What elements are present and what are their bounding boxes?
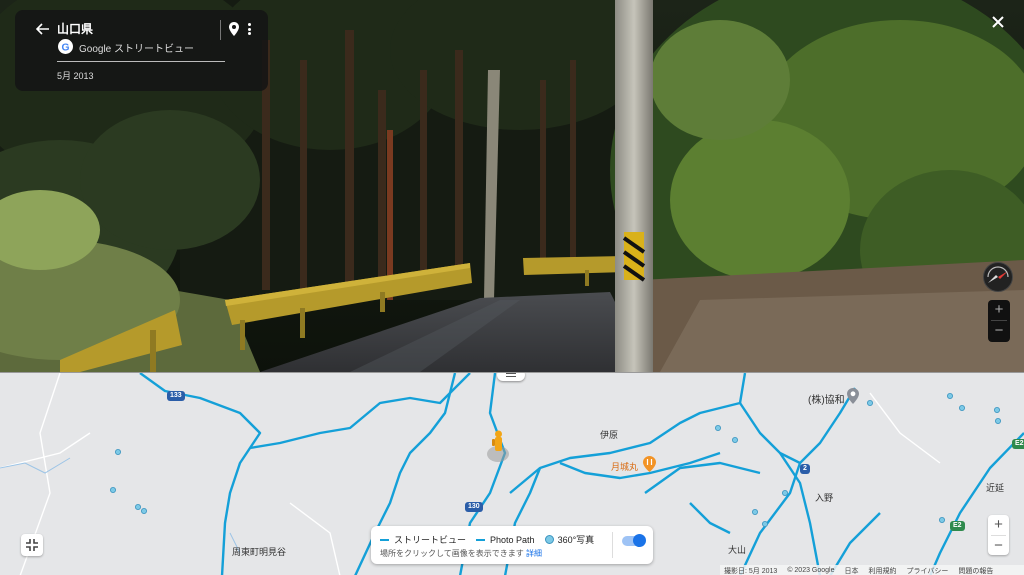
footer-country[interactable]: 日本 [845,566,859,575]
panorama-zoom-out-button[interactable]: − [988,321,1010,341]
location-title: 山口県 [57,22,94,36]
legend-hint-text: 場所をクリックして画像を表示できます [380,549,524,558]
coverage-map[interactable]: (株)協和 伊原 月城丸 入野 近延 大山 周東町明見谷 133 130 2 E… [0,372,1024,575]
legend-photo-path-label: Photo Path [490,534,535,545]
map-label-oyama: 大山 [728,545,747,555]
streetview-line-icon [380,538,389,541]
map-footer: 撮影日: 5月 2013 © 2023 Google 日本 利用規約 プライバシ… [720,565,1024,575]
street-view-panorama[interactable]: 山口県 G Google ストリートビュー 5月 2013 + − [0,0,1024,372]
map-label-chikaen: 近延 [986,483,1005,493]
map-pin-icon[interactable] [227,21,241,37]
map-label-tsukishiromaru: 月城丸 [611,462,639,472]
pegman-icon[interactable] [486,429,510,463]
footer-report-link[interactable]: 問題の報告 [958,566,993,575]
coverage-legend: ストリートビュー Photo Path 360°写真 場所をクリックして画像を表… [371,526,653,564]
photo-path-dash-icon [476,538,486,541]
legend-streetview: ストリートビュー [380,533,466,546]
place-pin-icon[interactable] [846,387,860,405]
legend-detail-link[interactable]: 詳細 [526,549,542,558]
street-view-app: 山口県 G Google ストリートビュー 5月 2013 + − (株)協和 … [0,0,1024,575]
map-zoom-out-button[interactable]: − [988,536,1009,556]
photo360-dot-icon [544,535,554,544]
road-shield-133: 133 [167,391,185,401]
map-label-iriya: 入野 [815,493,834,503]
road-shield-e2-upper: E2 [1012,439,1024,449]
compass-icon[interactable] [983,262,1013,292]
road-shield-130: 130 [465,502,483,512]
footer-terms-link[interactable]: 利用規約 [869,566,897,575]
legend-photo-path: Photo Path [476,535,535,545]
panorama-zoom-in-button[interactable]: + [988,300,1010,320]
coverage-toggle[interactable] [622,534,646,547]
provider-label: Google ストリートビュー [79,44,195,55]
map-zoom-control: + − [988,515,1009,555]
footer-privacy-link[interactable]: プライバシー [907,566,949,575]
map-label-iba: 伊原 [600,430,619,440]
footer-copyright: © 2023 Google [787,567,835,574]
google-logo-icon: G [58,39,73,54]
legend-360-photo: 360°写真 [544,533,595,546]
legend-hint: 場所をクリックして画像を表示できます 詳細 [380,548,542,559]
map-label-suo: 周東町明見谷 [232,547,287,557]
back-arrow-icon[interactable] [33,19,53,39]
close-icon[interactable] [988,12,1008,32]
legend-360-label: 360°写真 [557,535,595,545]
more-options-icon[interactable] [244,21,254,37]
collapse-map-icon[interactable] [21,534,43,556]
card-divider [57,61,225,62]
legend-items: ストリートビュー Photo Path 360°写真 [380,533,604,546]
map-zoom-in-button[interactable]: + [988,515,1009,535]
svg-text:G: G [61,42,69,53]
road-shield-2: 2 [800,464,810,474]
panel-resize-handle[interactable] [497,373,525,381]
footer-capture-date: 撮影日: 5月 2013 [724,567,778,575]
panorama-zoom-control: + − [988,300,1010,342]
road-shield-e2-lower: E2 [950,521,965,531]
legend-streetview-label: ストリートビュー [394,535,467,545]
card-vertical-divider [220,20,221,40]
restaurant-pin-icon[interactable] [642,455,657,473]
capture-date: 5月 2013 [57,71,94,81]
legend-separator [612,532,613,558]
map-label-company: (株)協和 [808,395,845,406]
location-info-card: 山口県 G Google ストリートビュー 5月 2013 [15,10,268,91]
